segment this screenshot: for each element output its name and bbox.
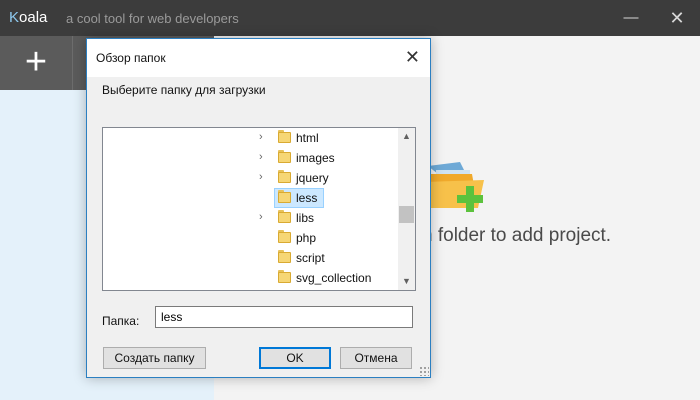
tree-item-label: svg_collection xyxy=(296,271,372,285)
folder-icon xyxy=(278,230,291,243)
folder-field-label: Папка: xyxy=(102,314,140,328)
app-titlebar: Koala a cool tool for web developers — ✕ xyxy=(0,0,700,36)
tree-item-images[interactable]: › images xyxy=(103,148,397,168)
scroll-thumb[interactable] xyxy=(399,206,414,223)
dialog-title: Обзор папок xyxy=(96,51,166,65)
folder-icon xyxy=(278,170,291,183)
dialog-titlebar: Обзор папок ✕ xyxy=(87,39,430,77)
folder-icon xyxy=(278,150,291,163)
tree-item-script[interactable]: script xyxy=(103,248,397,268)
chevron-right-icon[interactable]: › xyxy=(259,131,263,143)
tree-item-label: html xyxy=(296,131,319,145)
tree-item-libs[interactable]: › libs xyxy=(103,208,397,228)
scroll-down-button[interactable]: ▼ xyxy=(398,273,415,290)
empty-hint-text: n folder to add project. xyxy=(422,225,612,246)
tree-item-jquery[interactable]: › jquery xyxy=(103,168,397,188)
chevron-right-icon[interactable]: › xyxy=(259,151,263,163)
dialog-close-button[interactable]: ✕ xyxy=(405,48,420,66)
folder-icon xyxy=(278,250,291,263)
tree-item-less[interactable]: less xyxy=(103,188,397,208)
new-folder-button[interactable]: Создать папку xyxy=(103,347,206,369)
app-close-button[interactable]: ✕ xyxy=(654,0,700,36)
folder-tree[interactable]: › html › images › jquery less › libs php xyxy=(102,127,416,291)
ok-button[interactable]: OK xyxy=(259,347,331,369)
folder-icon xyxy=(278,270,291,283)
tree-item-php[interactable]: php xyxy=(103,228,397,248)
tree-item-label: libs xyxy=(296,211,315,225)
folder-icon xyxy=(278,210,291,223)
cancel-button[interactable]: Отмена xyxy=(340,347,412,369)
resize-grip[interactable] xyxy=(419,366,429,376)
folder-name-input[interactable] xyxy=(155,306,413,328)
chevron-right-icon[interactable]: › xyxy=(259,171,263,183)
tree-scrollbar[interactable]: ▲ ▼ xyxy=(398,128,415,290)
tree-item-label: php xyxy=(296,231,317,245)
add-project-button[interactable]: + xyxy=(0,36,73,90)
tree-item-html[interactable]: › html xyxy=(103,128,397,148)
dialog-description: Выберите папку для загрузки xyxy=(102,83,266,97)
scroll-up-button[interactable]: ▲ xyxy=(398,128,415,145)
tree-item-label: images xyxy=(296,151,335,165)
chevron-right-icon[interactable]: › xyxy=(259,211,263,223)
add-icon: + xyxy=(24,41,48,83)
app-name: Koala xyxy=(9,9,48,26)
tree-item-label: script xyxy=(296,251,325,265)
minimize-button[interactable]: — xyxy=(608,0,654,36)
folder-icon xyxy=(278,130,291,143)
tree-item-svg-collection[interactable]: svg_collection xyxy=(103,268,397,288)
tree-item-label: jquery xyxy=(296,171,329,185)
folder-icon xyxy=(278,190,291,203)
close-icon: ✕ xyxy=(404,47,420,67)
browse-folder-dialog: Обзор папок ✕ Выберите папку для загрузк… xyxy=(86,38,431,378)
tree-item-label: less xyxy=(296,191,318,205)
app-tagline: a cool tool for web developers xyxy=(66,11,239,26)
